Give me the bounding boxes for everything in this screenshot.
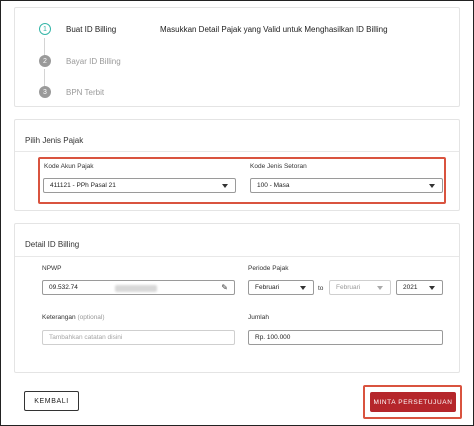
pilih-jenis-pajak-panel: Pilih Jenis Pajak Kode Akun Pajak 411121… [14,119,460,211]
npwp-value: 09.532.74 [49,284,78,291]
step-label: BPN Terbit [66,87,105,97]
step-label: Bayar ID Billing [66,56,121,66]
step-number: 2 [39,55,51,67]
periode-from-value: Februari [255,284,280,291]
kode-akun-select[interactable]: 411121 - PPh Pasal 21 [43,178,236,193]
step-3: 3 BPN Terbit [39,86,104,98]
kode-setoran-label: Kode Jenis Setoran [250,163,307,170]
chevron-down-icon [429,286,435,290]
detail-id-billing-panel: Detail ID Billing NPWP 09.532.74 ✎ Perio… [14,223,460,373]
periode-to-value: Februari [336,284,361,291]
step-2: 2 Bayar ID Billing [39,55,121,67]
jumlah-value: Rp. 100.000 [255,334,291,341]
redacted-mask [115,285,157,292]
keterangan-placeholder: Tambahkan catatan disini [49,334,123,341]
periode-year-select[interactable]: 2021 [396,280,443,295]
periode-from-select[interactable]: Februari [248,280,314,295]
kode-akun-label: Kode Akun Pajak [44,163,94,170]
step-1: 1 Buat ID Billing [39,23,116,35]
section-title: Pilih Jenis Pajak [25,136,84,145]
npwp-label: NPWP [42,265,62,272]
periode-to-select[interactable]: Februari [329,280,391,295]
keterangan-label: Keterangan (optional) [42,314,105,321]
keterangan-optional: (optional) [77,314,105,321]
divider [15,256,459,257]
step-number: 1 [39,23,51,35]
chevron-down-icon [429,184,435,188]
keterangan-label-text: Keterangan [42,314,76,321]
keterangan-field[interactable]: Tambahkan catatan disini [42,330,235,345]
chevron-down-icon [222,184,228,188]
periode-to-word: to [318,285,324,292]
step-heading: Masukkan Detail Pajak yang Valid untuk M… [160,25,388,34]
jumlah-label: Jumlah [248,314,269,321]
pencil-icon[interactable]: ✎ [221,284,228,292]
jumlah-field[interactable]: Rp. 100.000 [248,330,443,345]
kode-setoran-value: 100 - Masa [257,182,290,189]
kode-akun-value: 411121 - PPh Pasal 21 [50,182,116,189]
step-number: 3 [39,86,51,98]
kode-setoran-select[interactable]: 100 - Masa [250,178,443,193]
divider [15,151,459,152]
section-title: Detail ID Billing [25,240,80,249]
chevron-down-icon [377,286,383,290]
periode-label: Periode Pajak [248,265,289,272]
periode-year-value: 2021 [403,284,418,291]
chevron-down-icon [300,286,306,290]
step-label: Buat ID Billing [66,24,117,34]
npwp-field[interactable]: 09.532.74 ✎ [42,280,235,295]
kembali-button[interactable]: KEMBALI [24,391,79,411]
minta-persetujuan-button[interactable]: MINTA PERSETUJUAN [370,392,456,412]
steps-panel: 1 Buat ID Billing 2 Bayar ID Billing 3 B… [14,7,460,107]
